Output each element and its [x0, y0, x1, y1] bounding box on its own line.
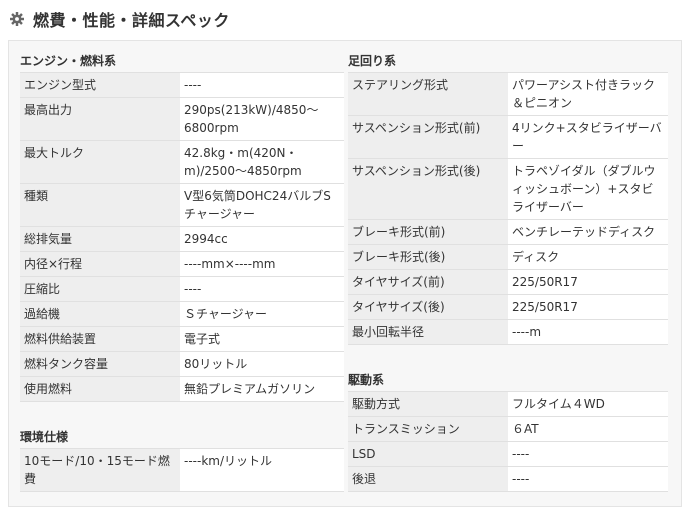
spec-row: ステアリング形式 パワーアシスト付きラック＆ピニオン — [348, 72, 668, 116]
spec-value: ---- — [508, 466, 668, 492]
spec-label: タイヤサイズ(前) — [348, 269, 508, 295]
spec-value: ---- — [508, 441, 668, 467]
spec-value: ----mm×----mm — [180, 251, 344, 277]
page-header: 燃費・性能・詳細スペック — [0, 0, 690, 38]
spec-row: 総排気量 2994cc — [20, 226, 344, 252]
spec-row: ブレーキ形式(前) ベンチレーテッドディスク — [348, 219, 668, 245]
spec-row: サスペンション形式(後) トラペゾイダル（ダブルウィッシュボーン）+スタビライザー… — [348, 158, 668, 220]
spec-row: 最大トルク 42.8kg・m(420N・m)/2500〜4850rpm — [20, 140, 344, 184]
spec-value: フルタイム４WD — [508, 391, 668, 417]
spec-value: ---- — [180, 276, 344, 302]
spec-label: 総排気量 — [20, 226, 180, 252]
spec-value: ----m — [508, 319, 668, 345]
spec-value: 42.8kg・m(420N・m)/2500〜4850rpm — [180, 140, 344, 184]
spec-label: エンジン型式 — [20, 72, 180, 98]
spec-row: 圧縮比 ---- — [20, 276, 344, 302]
spec-label: 種類 — [20, 183, 180, 227]
spec-row: 最小回転半径 ----m — [348, 319, 668, 345]
spec-label: 使用燃料 — [20, 376, 180, 402]
spec-row: タイヤサイズ(前) 225/50R17 — [348, 269, 668, 295]
spec-value: V型6気筒DOHC24バルブSチャージャー — [180, 183, 344, 227]
spec-value: 無鉛プレミアムガソリン — [180, 376, 344, 402]
spec-label: サスペンション形式(前) — [348, 115, 508, 159]
spec-row: エンジン型式 ---- — [20, 72, 344, 98]
spec-label: 燃料タンク容量 — [20, 351, 180, 377]
spec-row: 最高出力 290ps(213kW)/4850〜6800rpm — [20, 97, 344, 141]
engine-spec-table: エンジン型式 ---- 最高出力 290ps(213kW)/4850〜6800rpm 最… — [20, 72, 344, 402]
suspension-section-title: 足回り系 — [348, 54, 397, 68]
drive-spec-table: 駆動方式 フルタイム４WD トランスミッション ６AT LSD ---- 後退 ---- — [348, 391, 668, 492]
spec-value: 225/50R17 — [508, 269, 668, 295]
spec-row: サスペンション形式(前) 4リンク+スタビライザーバー — [348, 115, 668, 159]
spec-row: LSD ---- — [348, 441, 668, 467]
spec-label: 駆動方式 — [348, 391, 508, 417]
drive-section-title: 駆動系 — [348, 373, 385, 387]
spec-value: ----km/リットル — [180, 448, 344, 492]
spec-label: 最高出力 — [20, 97, 180, 141]
spec-row: 駆動方式 フルタイム４WD — [348, 391, 668, 417]
spec-value: 80リットル — [180, 351, 344, 377]
spec-row: 後退 ---- — [348, 466, 668, 492]
environment-section-title: 環境仕様 — [20, 430, 69, 444]
spec-label: 10モード/10・15モード燃費 — [20, 448, 180, 492]
spec-value: ---- — [180, 72, 344, 98]
spec-row: 燃料供給装置 電子式 — [20, 326, 344, 352]
spec-label: 最小回転半径 — [348, 319, 508, 345]
spec-label: トランスミッション — [348, 416, 508, 442]
right-column: 足回り系 ステアリング形式 パワーアシスト付きラック＆ピニオン サスペンション形式(… — [348, 41, 668, 492]
spec-label: LSD — [348, 441, 508, 467]
gear-icon — [9, 11, 25, 27]
spec-label: ブレーキ形式(前) — [348, 219, 508, 245]
spec-label: タイヤサイズ(後) — [348, 294, 508, 320]
spec-value: ６AT — [508, 416, 668, 442]
page-title: 燃費・性能・詳細スペック — [33, 11, 230, 30]
spec-label: 圧縮比 — [20, 276, 180, 302]
suspension-spec-table: ステアリング形式 パワーアシスト付きラック＆ピニオン サスペンション形式(前) 4リン… — [348, 72, 668, 345]
spec-label: 燃料供給装置 — [20, 326, 180, 352]
spec-row: ブレーキ形式(後) ディスク — [348, 244, 668, 270]
spec-value: Ｓチャージャー — [180, 301, 344, 327]
spec-label: 過給機 — [20, 301, 180, 327]
spec-label: ブレーキ形式(後) — [348, 244, 508, 270]
spec-value: 4リンク+スタビライザーバー — [508, 115, 668, 159]
spec-value: ディスク — [508, 244, 668, 270]
spec-value: 225/50R17 — [508, 294, 668, 320]
left-column: エンジン・燃料系 エンジン型式 ---- 最高出力 290ps(213kW)/4850… — [20, 41, 344, 492]
spec-value: トラペゾイダル（ダブルウィッシュボーン）+スタビライザーバー — [508, 158, 668, 220]
spec-label: ステアリング形式 — [348, 72, 508, 116]
spec-value: ベンチレーテッドディスク — [508, 219, 668, 245]
spec-row: 燃料タンク容量 80リットル — [20, 351, 344, 377]
spec-row: 種類 V型6気筒DOHC24バルブSチャージャー — [20, 183, 344, 227]
spec-label: サスペンション形式(後) — [348, 158, 508, 220]
environment-spec-table: 10モード/10・15モード燃費 ----km/リットル — [20, 448, 344, 492]
spec-row: トランスミッション ６AT — [348, 416, 668, 442]
spec-value: 2994cc — [180, 226, 344, 252]
engine-section-title: エンジン・燃料系 — [20, 54, 117, 68]
spec-value: 電子式 — [180, 326, 344, 352]
spec-row: 過給機 Ｓチャージャー — [20, 301, 344, 327]
spec-label: 後退 — [348, 466, 508, 492]
spec-row: 使用燃料 無鉛プレミアムガソリン — [20, 376, 344, 402]
spec-row: タイヤサイズ(後) 225/50R17 — [348, 294, 668, 320]
spec-label: 最大トルク — [20, 140, 180, 184]
spec-label: 内径×行程 — [20, 251, 180, 277]
spec-panel: エンジン・燃料系 エンジン型式 ---- 最高出力 290ps(213kW)/4850… — [8, 40, 682, 507]
spec-value: 290ps(213kW)/4850〜6800rpm — [180, 97, 344, 141]
spec-row: 内径×行程 ----mm×----mm — [20, 251, 344, 277]
spec-row: 10モード/10・15モード燃費 ----km/リットル — [20, 448, 344, 492]
spec-value: パワーアシスト付きラック＆ピニオン — [508, 72, 668, 116]
